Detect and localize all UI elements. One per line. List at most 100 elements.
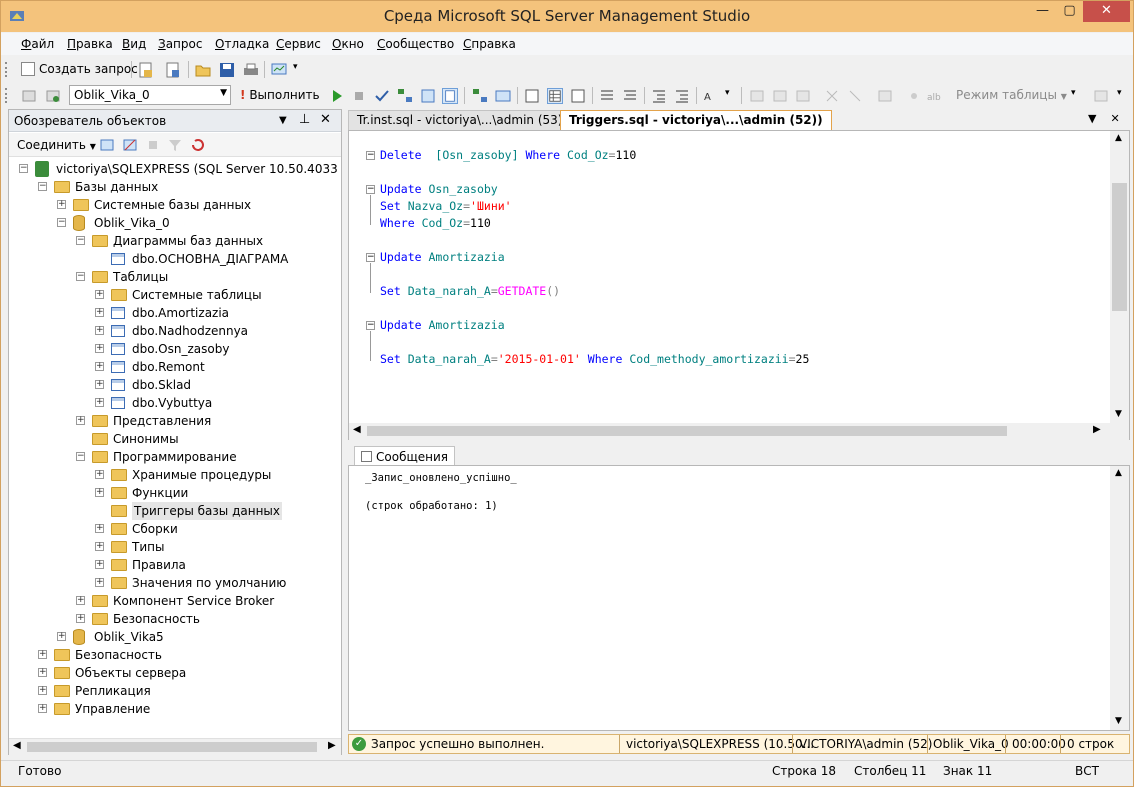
results-to-file-icon[interactable]	[570, 88, 586, 104]
tree-node[interactable]: − Программирование	[9, 448, 341, 466]
tree-node[interactable]: − Таблицы	[9, 268, 341, 286]
options-icon[interactable]	[442, 88, 458, 104]
window-position-icon[interactable]: ▼	[279, 115, 287, 126]
toolbar-overflow-icon[interactable]: ▾	[725, 88, 741, 104]
scrollbar-thumb[interactable]	[27, 742, 317, 752]
expand-icon[interactable]: +	[95, 344, 104, 353]
minimize-button[interactable]: —	[1029, 1, 1056, 22]
database-engine-query-icon[interactable]	[138, 62, 154, 78]
pin-icon[interactable]: ⊥	[299, 112, 310, 127]
collapse-icon[interactable]: −	[76, 452, 85, 461]
tree-node[interactable]: + Системные таблицы	[9, 286, 341, 304]
tree-node[interactable]: − Oblik_Vika_0	[9, 214, 341, 232]
tab-messages[interactable]: Сообщения	[354, 446, 456, 467]
toolbar-overflow-icon[interactable]: ▾	[1071, 88, 1087, 104]
tree-node[interactable]: + Правила	[9, 556, 341, 574]
expand-icon[interactable]: +	[76, 416, 85, 425]
menu-item-3[interactable]: Запрос	[158, 37, 202, 51]
include-actual-plan-icon[interactable]	[472, 88, 488, 104]
tree-node[interactable]: − victoriya\SQLEXPRESS (SQL Server 10.50.…	[9, 160, 341, 178]
menu-item-2[interactable]: Вид	[122, 37, 146, 51]
collapse-icon[interactable]: −	[76, 236, 85, 245]
connect-dropdown[interactable]: Соединить ▼	[17, 138, 96, 152]
toolbar-overflow-icon[interactable]: ▾	[293, 62, 309, 78]
tree-node[interactable]: dbo.ОСНОВНА_ДІАГРАМА	[9, 250, 341, 268]
close-tab-icon[interactable]: ✕	[1110, 112, 1119, 125]
tab-tr-inst-sql[interactable]: Tr.inst.sql - victoriya\...\admin (53))	[348, 110, 577, 130]
messages-pane[interactable]: _Запис_оновлено_успішно_ (строк обработан…	[348, 465, 1130, 731]
expand-icon[interactable]: +	[38, 650, 47, 659]
expand-icon[interactable]: +	[76, 614, 85, 623]
expand-icon[interactable]: +	[57, 632, 66, 641]
new-query-button[interactable]: Создать запрос	[21, 61, 138, 79]
specify-template-values-icon[interactable]: A	[703, 88, 719, 104]
tree-node[interactable]: + Компонент Service Broker	[9, 592, 341, 610]
tree-node[interactable]: − Базы данных	[9, 178, 341, 196]
tree-node[interactable]: + Значения по умолчанию	[9, 574, 341, 592]
debug-icon[interactable]	[329, 88, 345, 104]
query-editor[interactable]: − Delete [Osn_zasoby] Where Cod_Oz=110− Up…	[348, 130, 1130, 440]
expand-icon[interactable]: +	[95, 542, 104, 551]
increase-indent-icon[interactable]	[674, 88, 690, 104]
tree-node[interactable]: + Репликация	[9, 682, 341, 700]
maximize-button[interactable]: ▢	[1056, 1, 1083, 22]
save-icon[interactable]	[219, 62, 235, 78]
parse-icon[interactable]	[374, 88, 390, 104]
vertical-scrollbar[interactable]: ▲ ▼	[1110, 466, 1129, 730]
menu-item-4[interactable]: Отладка	[215, 37, 269, 51]
toolbar-grip[interactable]	[5, 88, 8, 103]
tree-node[interactable]: + dbo.Nadhodzennya	[9, 322, 341, 340]
collapse-region-icon[interactable]: −	[366, 151, 375, 160]
scroll-down-icon[interactable]: ▼	[1115, 716, 1122, 726]
tree-node[interactable]: + dbo.Osn_zasoby	[9, 340, 341, 358]
execute-button[interactable]: ! Выполнить	[240, 88, 320, 104]
expand-icon[interactable]: +	[95, 380, 104, 389]
collapse-region-icon[interactable]: −	[366, 185, 375, 194]
refresh-icon[interactable]	[190, 137, 206, 153]
tree-node[interactable]: Синонимы	[9, 430, 341, 448]
menu-item-8[interactable]: Справка	[463, 37, 516, 51]
scrollbar-thumb[interactable]	[1112, 183, 1127, 311]
expand-icon[interactable]: +	[95, 488, 104, 497]
scrollbar-thumb[interactable]	[367, 426, 1007, 436]
analysis-query-icon[interactable]	[165, 62, 181, 78]
expand-icon[interactable]: +	[95, 470, 104, 479]
tab-triggers-sql[interactable]: Triggers.sql - victoriya\...\admin (52))	[560, 110, 832, 130]
results-to-text-icon[interactable]	[524, 88, 540, 104]
scroll-right-icon[interactable]: ▶	[328, 740, 336, 751]
tree-node[interactable]: − Диаграммы баз данных	[9, 232, 341, 250]
tree-node[interactable]: + Сборки	[9, 520, 341, 538]
scroll-down-icon[interactable]: ▼	[1115, 409, 1122, 419]
tree-node[interactable]: + Oblik_Vika5	[9, 628, 341, 646]
change-connection-icon[interactable]	[45, 88, 61, 104]
tree-node[interactable]: + Безопасность	[9, 610, 341, 628]
tree-node[interactable]: + Управление	[9, 700, 341, 718]
menu-item-1[interactable]: Правка	[67, 37, 113, 51]
scroll-left-icon[interactable]: ◀	[13, 740, 21, 751]
menu-item-6[interactable]: Окно	[332, 37, 364, 51]
query-designer-icon[interactable]	[420, 88, 436, 104]
collapse-region-icon[interactable]: −	[366, 253, 375, 262]
menu-item-7[interactable]: Сообщество	[377, 37, 454, 51]
expand-icon[interactable]: +	[95, 362, 104, 371]
title-bar[interactable]: Среда Microsoft SQL Server Management St…	[1, 1, 1133, 32]
tree-node[interactable]: + dbo.Sklad	[9, 376, 341, 394]
collapse-icon[interactable]: −	[19, 164, 28, 173]
expand-icon[interactable]: +	[95, 398, 104, 407]
change-type-dropdown[interactable]: Режим таблицы ▼	[956, 88, 1067, 102]
connect-icon[interactable]	[21, 88, 37, 104]
tree-node[interactable]: + Хранимые процедуры	[9, 466, 341, 484]
decrease-indent-icon[interactable]	[651, 88, 667, 104]
expand-icon[interactable]: +	[38, 686, 47, 695]
close-button[interactable]: ✕	[1083, 1, 1130, 22]
open-file-icon[interactable]	[195, 62, 211, 78]
disconnect-icon[interactable]	[122, 137, 138, 153]
collapse-icon[interactable]: −	[57, 218, 66, 227]
connect-object-explorer-icon[interactable]	[99, 137, 115, 153]
collapse-region-icon[interactable]: −	[366, 321, 375, 330]
menu-item-0[interactable]: Файл	[21, 37, 54, 51]
expand-icon[interactable]: +	[95, 524, 104, 533]
expand-icon[interactable]: +	[57, 200, 66, 209]
expand-icon[interactable]: +	[95, 326, 104, 335]
scroll-up-icon[interactable]: ▲	[1115, 468, 1122, 478]
